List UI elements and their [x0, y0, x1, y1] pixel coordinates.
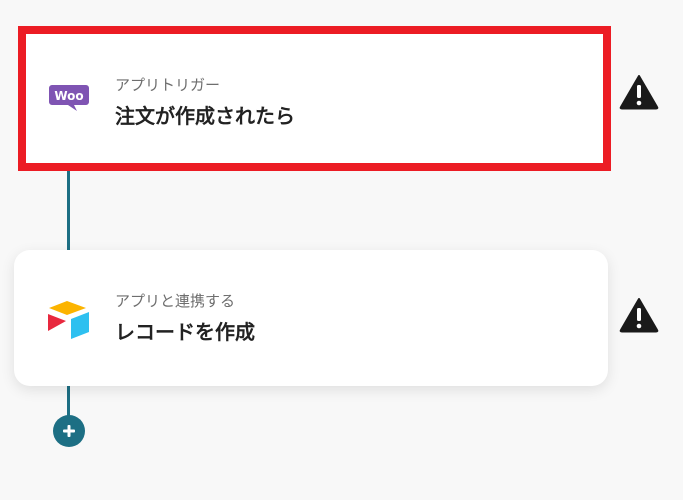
airtable-icon — [46, 299, 92, 339]
woocommerce-icon: Woo — [48, 83, 90, 113]
action-step-card[interactable]: アプリと連携する レコードを作成 — [14, 250, 608, 386]
plus-icon — [63, 425, 75, 437]
flow-connector-bottom — [67, 386, 70, 418]
flow-connector-top — [67, 168, 70, 252]
trigger-step-card[interactable]: Woo アプリトリガー 注文が作成されたら — [18, 26, 611, 171]
warning-icon[interactable] — [619, 74, 659, 110]
step-subtitle: アプリトリガー — [115, 76, 221, 94]
warning-icon[interactable] — [619, 297, 659, 333]
step-title: レコードを作成 — [115, 320, 255, 344]
step-subtitle: アプリと連携する — [115, 292, 236, 310]
step-title: 注文が作成されたら — [115, 104, 295, 128]
svg-text:Woo: Woo — [54, 89, 83, 103]
add-step-button[interactable] — [53, 415, 85, 447]
